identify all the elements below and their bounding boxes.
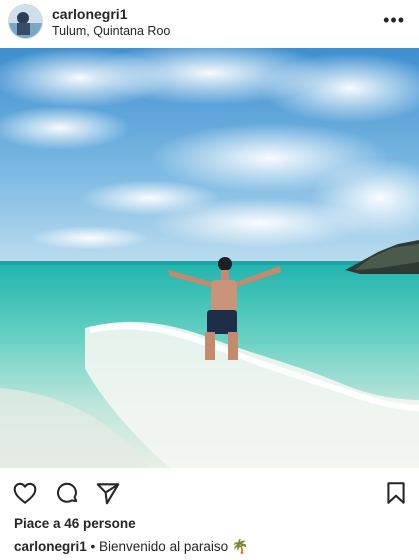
paper-plane-icon[interactable] — [95, 480, 121, 506]
palm-tree-emoji: 🌴 — [231, 539, 249, 554]
avatar[interactable] — [9, 5, 42, 38]
post-photo[interactable] — [0, 48, 419, 468]
post-location[interactable]: Tulum, Quintana Roo — [52, 24, 170, 38]
post-header: carlonegri1 Tulum, Quintana Roo ••• — [0, 0, 419, 46]
caption-username[interactable]: carlonegri1 — [14, 539, 87, 554]
more-options-icon[interactable]: ••• — [383, 11, 405, 29]
heart-icon[interactable] — [12, 480, 38, 506]
caption-text: Bienvenido al paraiso — [99, 539, 229, 554]
likes-count[interactable]: Piace a 46 persone — [14, 516, 136, 531]
action-bar — [0, 468, 419, 514]
caption-separator: • — [86, 539, 100, 554]
bookmark-icon[interactable] — [383, 480, 409, 506]
comment-icon[interactable] — [54, 480, 80, 506]
post-caption: carlonegri1 • Bienvenido al paraiso 🌴 — [14, 539, 249, 555]
post-username[interactable]: carlonegri1 — [52, 6, 127, 22]
